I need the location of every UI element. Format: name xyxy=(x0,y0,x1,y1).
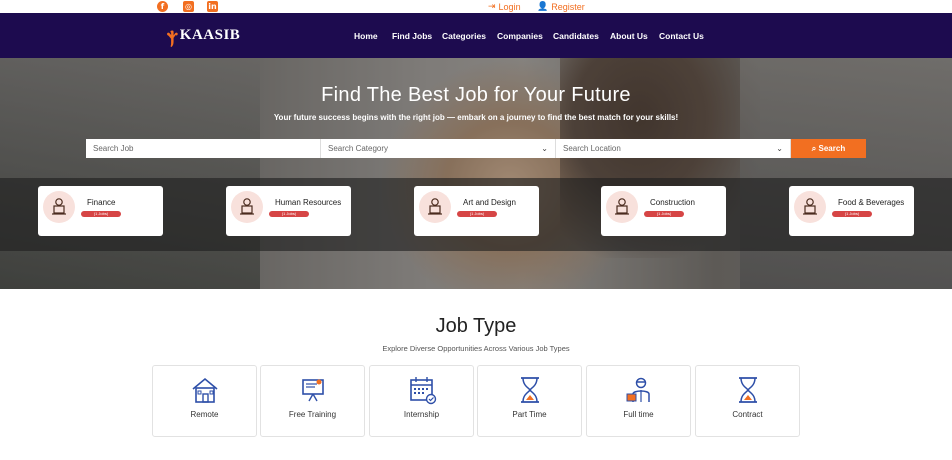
category-person-icon xyxy=(606,191,638,223)
job-type-label: Free Training xyxy=(288,410,337,419)
category-title: Construction xyxy=(650,198,695,207)
search-bar: Search Job Search Category ⌄ Search Loca… xyxy=(86,139,866,158)
category-card-art-and-design[interactable]: Art and Design (1 Jobs) xyxy=(414,186,539,236)
linkedin-icon[interactable]: in xyxy=(207,1,218,12)
job-type-label: Internship xyxy=(403,410,440,419)
job-type-card-part-time[interactable]: Part Time xyxy=(477,365,582,437)
category-title: Human Resources xyxy=(275,198,342,207)
hero-section: Find The Best Job for Your Future Your f… xyxy=(0,58,952,289)
training-board-icon xyxy=(302,379,324,402)
hero-title: Find The Best Job for Your Future xyxy=(321,84,631,106)
category-strip: Finance (1 Jobs) Human Resources (1 Jobs… xyxy=(0,178,952,251)
nav-contact-us[interactable]: Contact Us xyxy=(659,31,704,41)
chevron-down-icon: ⌄ xyxy=(541,144,548,153)
category-person-icon xyxy=(794,191,826,223)
jobs-count-badge: (1 Jobs) xyxy=(269,211,309,217)
top-utility-bar: f ◎ in ⇥ Login 👤 Register xyxy=(0,0,952,13)
category-person-icon xyxy=(419,191,451,223)
hourglass-icon xyxy=(521,377,539,403)
job-type-card-full-time[interactable]: Full time xyxy=(586,365,691,437)
category-card-human-resources[interactable]: Human Resources (1 Jobs) xyxy=(226,186,351,236)
jobs-count-badge: (1 Jobs) xyxy=(644,211,684,217)
instagram-icon[interactable]: ◎ xyxy=(183,1,194,12)
login-icon: ⇥ xyxy=(488,1,496,11)
user-icon: 👤 xyxy=(537,1,549,11)
main-navbar: ⲯ KAASIB Home Find Jobs Categories Compa… xyxy=(0,13,952,58)
category-card-finance[interactable]: Finance (1 Jobs) xyxy=(38,186,163,236)
search-icon: ⌕ xyxy=(811,144,817,153)
nav-categories[interactable]: Categories xyxy=(442,31,486,41)
job-type-label: Full time xyxy=(623,410,654,419)
job-type-card-free-training[interactable]: Free Training xyxy=(260,365,365,437)
house-icon xyxy=(192,377,218,403)
job-type-heading: Job Type xyxy=(435,315,517,337)
register-link[interactable]: 👤 Register xyxy=(537,1,585,12)
nav-find-jobs[interactable]: Find Jobs xyxy=(392,31,432,41)
category-title: Art and Design xyxy=(463,198,516,207)
category-title: Food & Beverages xyxy=(838,198,905,207)
jobs-count-badge: (1 Jobs) xyxy=(832,211,872,217)
job-type-label: Contract xyxy=(732,410,763,419)
jobs-count-badge: (1 Jobs) xyxy=(81,211,121,217)
job-type-label: Part Time xyxy=(512,410,547,419)
jobs-count-badge: (1 Jobs) xyxy=(457,211,497,217)
search-location-label: Search Location xyxy=(563,144,621,153)
nav-companies[interactable]: Companies xyxy=(497,31,543,41)
search-button-label: Search xyxy=(818,144,846,153)
category-card-food-beverages[interactable]: Food & Beverages (1 Jobs) xyxy=(789,186,914,236)
hourglass-icon xyxy=(739,377,757,403)
login-link[interactable]: ⇥ Login xyxy=(488,1,521,12)
worker-icon xyxy=(626,377,650,402)
nav-candidates[interactable]: Candidates xyxy=(553,31,599,41)
job-type-subtitle: Explore Diverse Opportunities Across Var… xyxy=(382,344,570,353)
category-card-construction[interactable]: Construction (1 Jobs) xyxy=(601,186,726,236)
chevron-down-icon: ⌄ xyxy=(776,144,783,153)
hero-subtitle: Your future success begins with the righ… xyxy=(273,113,679,122)
nav-about-us[interactable]: About Us xyxy=(610,31,648,41)
category-person-icon xyxy=(231,191,263,223)
category-person-icon xyxy=(43,191,75,223)
login-label: Login xyxy=(498,1,521,12)
register-label: Register xyxy=(551,1,585,12)
search-category-label: Search Category xyxy=(328,144,389,153)
calendar-icon xyxy=(410,377,437,405)
job-type-card-internship[interactable]: Internship xyxy=(369,365,474,437)
job-type-card-contract[interactable]: Contract xyxy=(695,365,800,437)
job-type-card-remote[interactable]: Remote xyxy=(152,365,257,437)
search-job-input[interactable]: Search Job xyxy=(86,139,321,158)
category-title: Finance xyxy=(87,198,116,207)
facebook-icon[interactable]: f xyxy=(157,1,168,12)
search-category-select[interactable]: Search Category ⌄ xyxy=(321,139,556,158)
job-type-label: Remote xyxy=(190,410,219,419)
nav-menu: Home Find Jobs Categories Companies Cand… xyxy=(0,31,952,43)
nav-home[interactable]: Home xyxy=(354,31,378,41)
search-button[interactable]: ⌕ Search xyxy=(791,139,866,158)
search-location-select[interactable]: Search Location ⌄ xyxy=(556,139,791,158)
